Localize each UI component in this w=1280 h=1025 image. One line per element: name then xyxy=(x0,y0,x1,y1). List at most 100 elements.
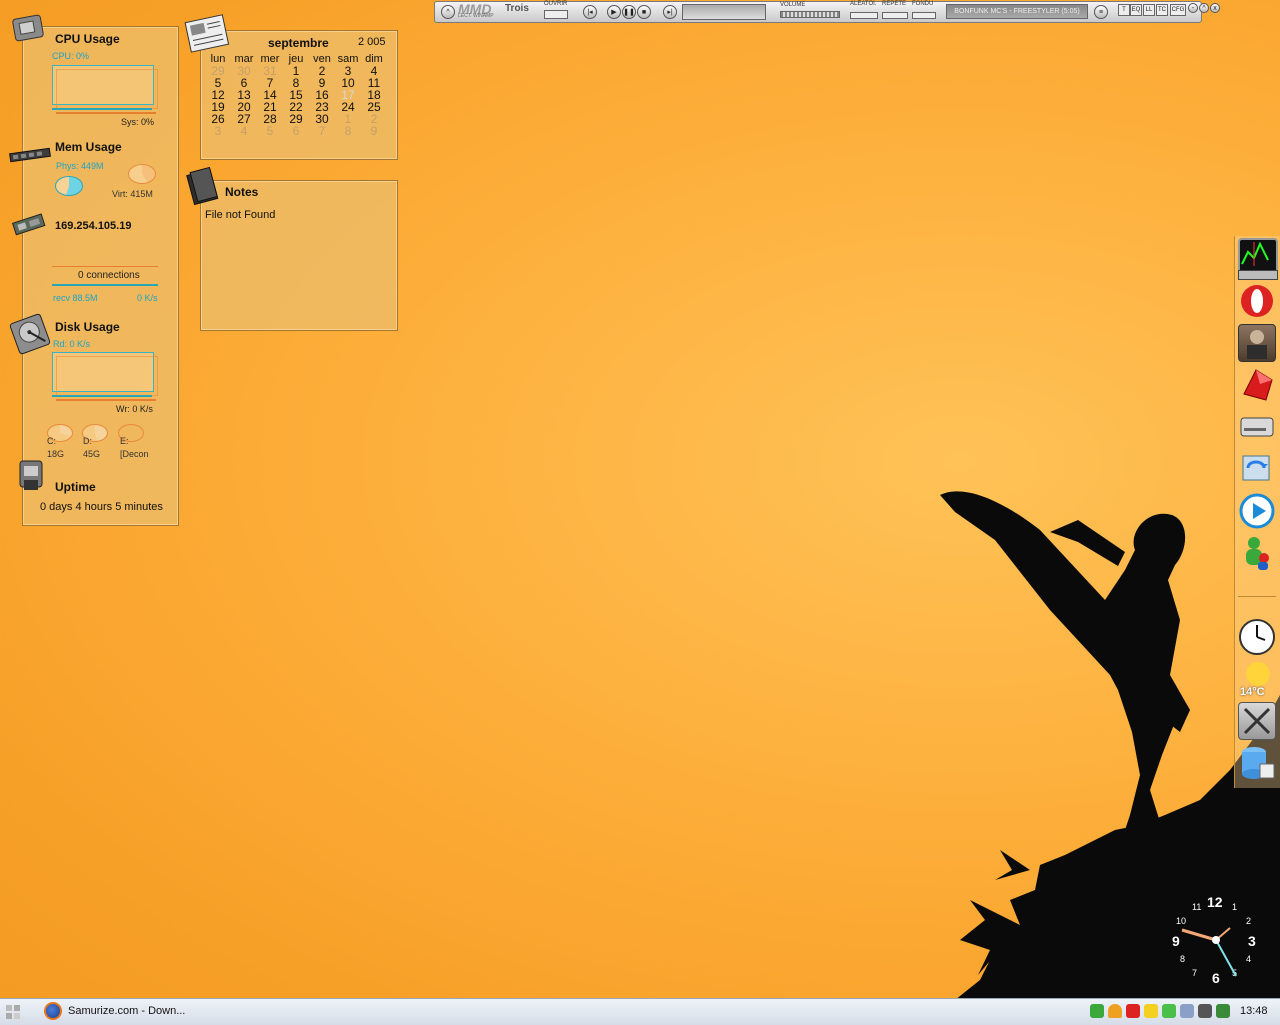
calendar-day[interactable]: 5 xyxy=(257,125,283,137)
network-tray-icon[interactable] xyxy=(1180,1004,1194,1018)
shade-icon[interactable]: ^ xyxy=(1199,3,1209,13)
open-label: OUVRIR xyxy=(544,1,568,7)
chart-tray-icon[interactable] xyxy=(1162,1004,1176,1018)
ll-button[interactable]: LL xyxy=(1143,4,1155,16)
scissors-tray-icon[interactable] xyxy=(1144,1004,1158,1018)
firefox-icon xyxy=(44,1002,62,1020)
previous-icon[interactable]: |◂ xyxy=(583,5,597,19)
calendar-day[interactable]: 6 xyxy=(283,125,309,137)
open-button[interactable] xyxy=(544,10,568,19)
notes-body: File not Found xyxy=(205,209,276,221)
disk-usage-title: Disk Usage xyxy=(55,320,120,334)
repeat-label: RÉPÈTE xyxy=(882,1,907,7)
pause-icon[interactable]: ❚❚ xyxy=(622,5,636,19)
track-display[interactable]: BONFUNK MC'S - FREESTYLER (5:05) xyxy=(946,4,1088,19)
disk-write-value: Wr: 0 K/s xyxy=(116,404,153,414)
clock-hands xyxy=(1181,927,1237,977)
sys-value: Sys: 0% xyxy=(121,117,155,127)
database-app-icon[interactable] xyxy=(1238,744,1275,780)
drive-c-letter: C: xyxy=(47,436,56,446)
media-player-app-icon[interactable] xyxy=(1238,492,1275,529)
disk-bar xyxy=(52,395,152,397)
sync-app-icon[interactable] xyxy=(1238,450,1274,486)
calendar-grid: lun mar mer jeu ven sam dim 29 30 31 1 2… xyxy=(205,53,387,137)
network-card-icon xyxy=(10,212,50,238)
user-tray-icon[interactable] xyxy=(1090,1004,1104,1018)
task-manager-base xyxy=(1238,270,1278,280)
newspaper-icon xyxy=(182,12,236,56)
repeat-button[interactable] xyxy=(882,12,908,19)
net-orange-line xyxy=(52,266,158,267)
disk-bar-orange xyxy=(56,399,156,401)
cpu-bar xyxy=(52,108,152,110)
opera-browser-icon[interactable] xyxy=(1238,282,1274,318)
messenger-app-icon[interactable] xyxy=(1238,534,1274,570)
phys-mem-pie xyxy=(55,176,83,196)
calendar-day[interactable]: 8 xyxy=(335,125,361,137)
fade-label: FONDU xyxy=(912,1,934,7)
eq-button[interactable]: EQ xyxy=(1130,4,1142,16)
coffee-machine-icon xyxy=(14,458,48,494)
start-button-windows-icon[interactable] xyxy=(5,1004,21,1020)
play-icon[interactable]: ▶ xyxy=(607,5,621,19)
phys-mem-value: Phys: 449M xyxy=(56,161,104,171)
analog-clock: 12 1 2 3 4 5 6 7 8 9 10 11 xyxy=(1168,892,1264,988)
notes-title: Notes xyxy=(225,185,259,199)
notes-panel[interactable] xyxy=(200,180,398,331)
gta-game-icon[interactable] xyxy=(1238,324,1276,362)
cpu-bar-orange xyxy=(56,112,156,114)
virt-mem-value: Virt: 415M xyxy=(112,189,153,199)
hard-drive-icon xyxy=(8,312,52,356)
scissors-app-icon[interactable] xyxy=(1238,702,1276,740)
weather-temperature: 14°C xyxy=(1240,686,1265,698)
uptime-title: Uptime xyxy=(55,480,96,494)
calendar-day[interactable]: 4 xyxy=(231,125,257,137)
fade-button[interactable] xyxy=(912,12,936,19)
volume-label: VOLUME xyxy=(780,2,806,8)
stop-icon[interactable]: ■ xyxy=(637,5,651,19)
cpu-usage-title: CPU Usage xyxy=(55,32,120,46)
calendar-day[interactable]: 3 xyxy=(205,125,231,137)
drive-e-size: [Decon xyxy=(120,449,149,459)
taskbar-task-label: Samurize.com - Down... xyxy=(68,1005,186,1017)
net-rate: 0 K/s xyxy=(137,293,158,303)
cpu-graph-shadow xyxy=(56,69,158,109)
next-icon[interactable]: ▸| xyxy=(663,5,677,19)
playlist-icon[interactable]: ≡ xyxy=(1094,5,1108,19)
eject-icon[interactable]: ^ xyxy=(441,5,455,19)
taskbar-clock[interactable]: 13:48 xyxy=(1240,1005,1268,1017)
toggle-button[interactable]: T xyxy=(1118,4,1130,16)
close-icon[interactable]: x xyxy=(1210,3,1220,13)
volume-slider[interactable] xyxy=(780,11,840,18)
calendar-day[interactable]: 7 xyxy=(309,125,335,137)
calendar-year: 2 005 xyxy=(358,36,386,48)
virt-mem-pie xyxy=(128,164,156,184)
folder-icon xyxy=(182,166,222,206)
shuffle-button[interactable] xyxy=(850,12,878,19)
cpu-value: CPU: 0% xyxy=(52,51,90,61)
calendar-day[interactable]: 9 xyxy=(361,125,387,137)
player-logo-2: Trois xyxy=(505,3,529,14)
display-tray-icon[interactable] xyxy=(1216,1004,1230,1018)
cfg-button[interactable]: CFG xyxy=(1170,4,1186,16)
clock-app-icon[interactable] xyxy=(1238,618,1275,655)
red-ruby-app-icon[interactable] xyxy=(1238,366,1274,402)
calendar-month: septembre xyxy=(268,36,329,50)
taskbar xyxy=(0,998,1280,1025)
dock-divider xyxy=(1238,596,1276,597)
cpu-chip-icon xyxy=(8,12,50,46)
tc-button[interactable]: TC xyxy=(1156,4,1168,16)
uptime-value: 0 days 4 hours 5 minutes xyxy=(40,501,163,513)
drive-e-letter: E: xyxy=(120,436,129,446)
seek-display[interactable] xyxy=(682,4,766,20)
drive-app-icon[interactable] xyxy=(1238,408,1274,444)
taskbar-task-firefox[interactable]: Samurize.com - Down... xyxy=(40,1000,190,1022)
hamburger-tray-icon[interactable] xyxy=(1108,1004,1122,1018)
minimize-icon[interactable]: - xyxy=(1188,3,1198,13)
drive-d-size: 45G xyxy=(83,449,101,459)
connections-count: 0 connections xyxy=(78,270,140,281)
ip-address: 169.254.105.19 xyxy=(55,220,132,232)
volume-tray-icon[interactable] xyxy=(1198,1004,1212,1018)
drive-d-letter: D: xyxy=(83,436,92,446)
kaspersky-tray-icon[interactable] xyxy=(1126,1004,1140,1018)
